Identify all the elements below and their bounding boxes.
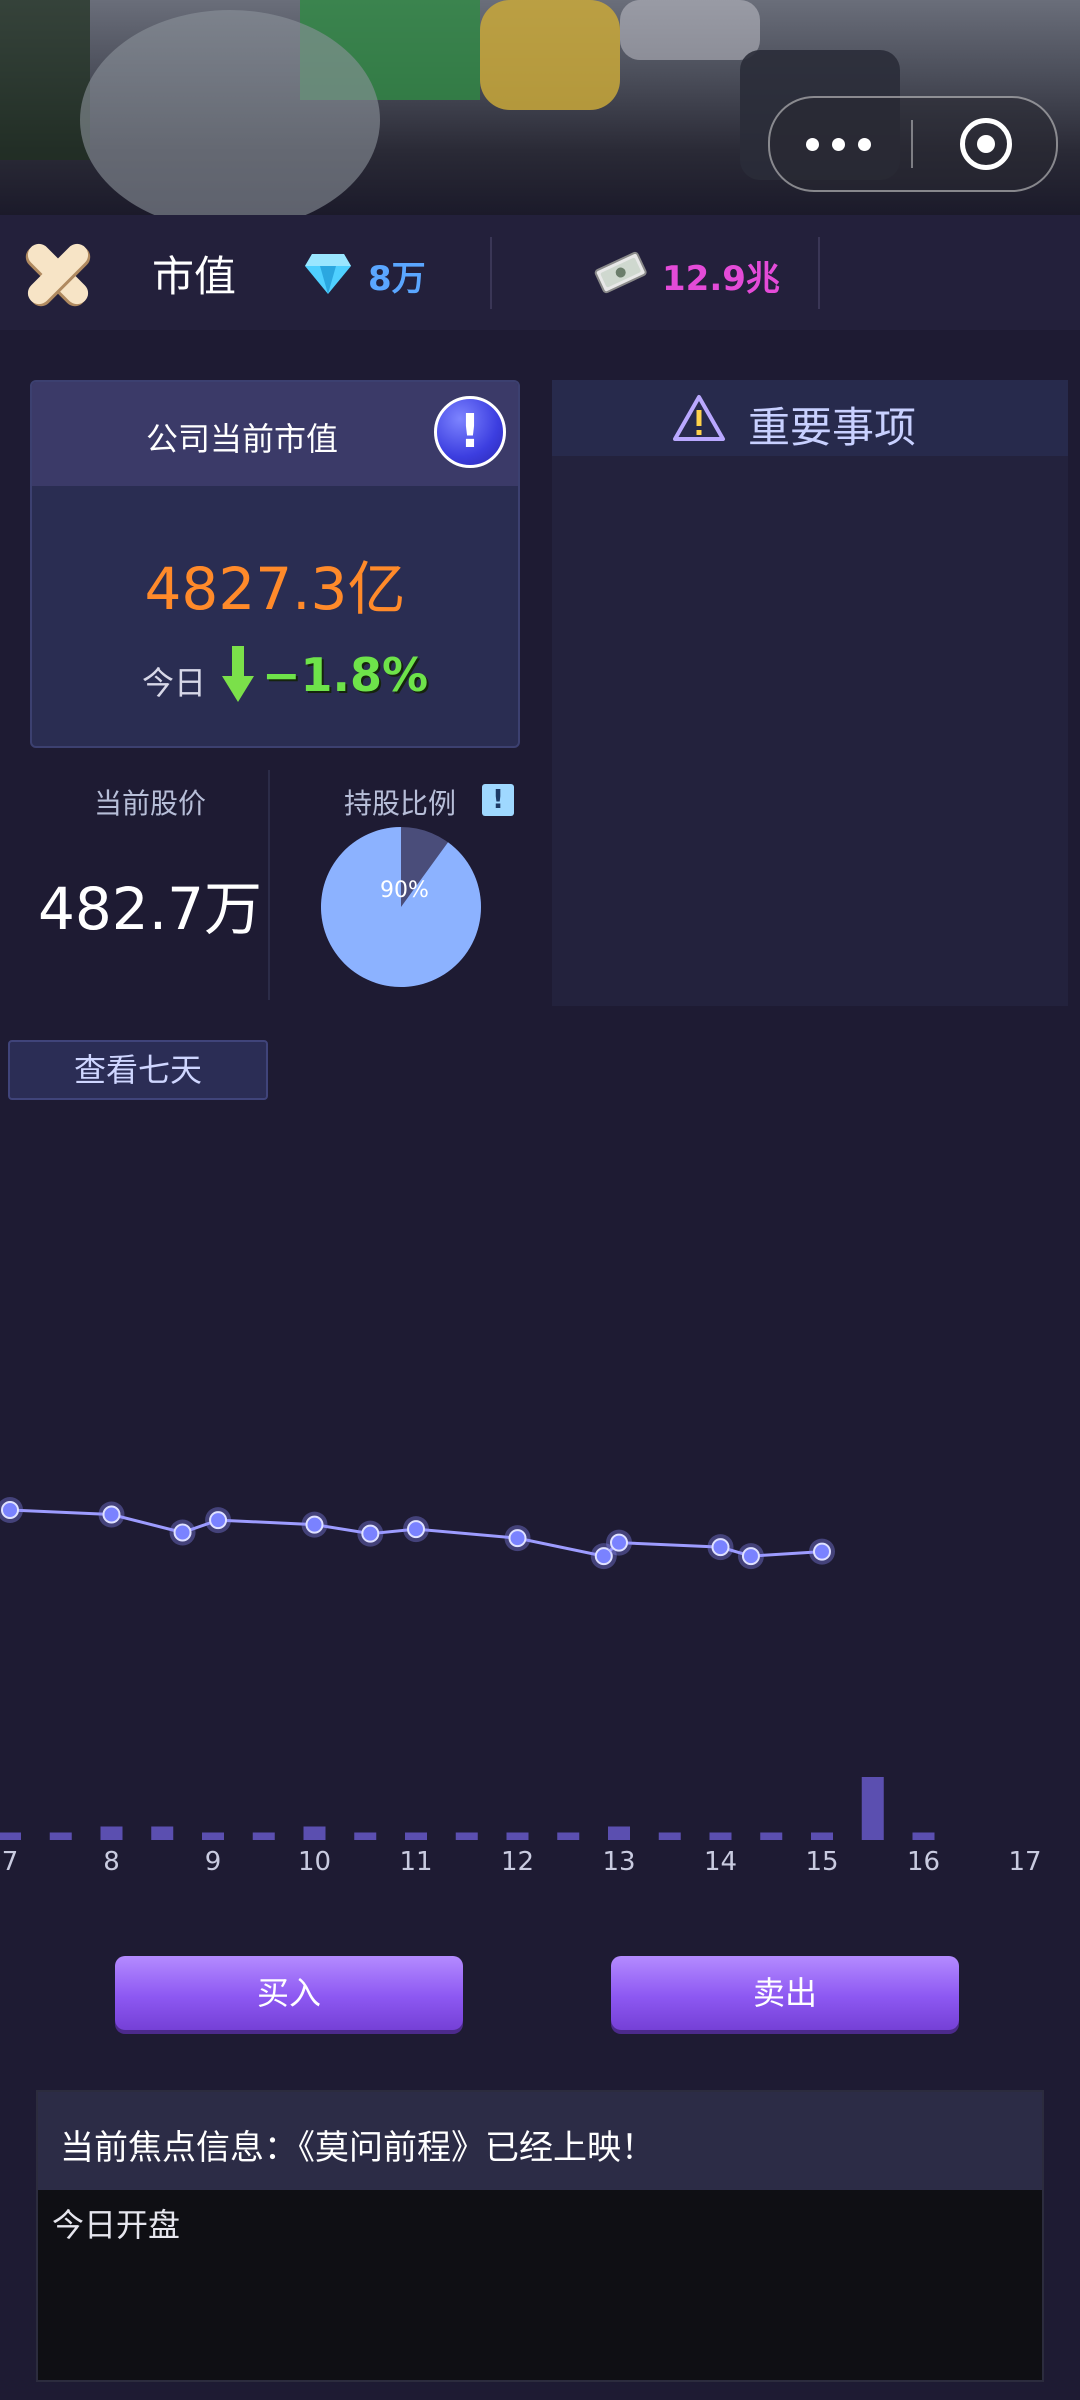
market-cap-card: 公司当前市值 ! 4827.3亿 今日 −1.8%: [30, 380, 520, 748]
down-arrow-icon: [222, 646, 254, 702]
cash-icon: [594, 251, 647, 294]
diamond-icon: [305, 254, 351, 294]
important-matters-panel: 重要事项: [552, 380, 1068, 1006]
stock-price-chart: 7 8 9 10 11 12 13 14 15 16 17: [0, 1497, 1042, 1877]
data-point[interactable]: [209, 1511, 228, 1530]
data-point[interactable]: [813, 1542, 831, 1561]
volume-bar: [151, 1826, 174, 1840]
market-cap-value: 4827.3亿: [144, 555, 406, 623]
x-tick-label: 9: [205, 1847, 222, 1877]
mini-program-capsule: [768, 96, 1058, 192]
x-tick-label: 16: [907, 1847, 940, 1877]
holding-ratio-label: 持股比例: [344, 787, 457, 820]
capsule-divider: [911, 120, 913, 168]
data-point[interactable]: [1, 1501, 19, 1519]
data-point[interactable]: [610, 1533, 628, 1552]
volume-bar: [608, 1826, 630, 1840]
page-title: 市值: [152, 252, 237, 301]
header-divider: [490, 237, 492, 309]
today-label: 今日: [142, 664, 207, 702]
market-cap-info-button[interactable]: !: [434, 396, 506, 468]
x-tick-label: 11: [399, 1847, 432, 1877]
more-icon[interactable]: [806, 138, 876, 152]
data-point[interactable]: [741, 1547, 760, 1566]
daily-change-value: −1.8%: [262, 648, 429, 702]
volume-bar: [557, 1832, 580, 1840]
stock-price-label: 当前股价: [94, 787, 207, 820]
chart-points: [0, 1497, 835, 1570]
close-miniprogram-icon[interactable]: [960, 118, 1012, 170]
warning-icon: [673, 395, 725, 441]
volume-bar: [303, 1826, 326, 1840]
holding-info-icon[interactable]: !: [482, 784, 514, 816]
stock-price-value: 482.7万: [38, 875, 263, 943]
data-point[interactable]: [711, 1538, 730, 1557]
volume-bar: [912, 1832, 935, 1840]
data-point[interactable]: [508, 1529, 527, 1548]
market-cap-title: 公司当前市值: [145, 420, 338, 458]
volume-bar: [405, 1832, 427, 1840]
x-tick-label: 10: [298, 1847, 331, 1877]
volume-bar: [455, 1832, 478, 1840]
volume-bar: [709, 1832, 732, 1840]
sell-button[interactable]: 卖出: [611, 1956, 959, 2030]
pie-holding-slice: [321, 827, 481, 987]
x-tick-label: 17: [1008, 1847, 1041, 1877]
data-point[interactable]: [361, 1524, 380, 1543]
holding-ratio-pie: [321, 827, 481, 987]
important-matters-title: 重要事项: [748, 403, 917, 452]
chart-bars: [0, 1777, 935, 1840]
volume-bar: [100, 1826, 123, 1840]
diamond-count: 8万: [368, 259, 426, 299]
data-point[interactable]: [407, 1520, 425, 1539]
x-tick-label: 7: [2, 1847, 19, 1877]
data-point[interactable]: [102, 1505, 121, 1524]
x-tick-label: 12: [501, 1847, 534, 1877]
x-tick-label: 13: [602, 1847, 635, 1877]
volume-bar: [354, 1832, 377, 1840]
volume-bar: [506, 1832, 529, 1840]
buy-button[interactable]: 买入: [115, 1956, 463, 2030]
volume-bar: [252, 1832, 275, 1840]
x-tick-label: 15: [805, 1847, 838, 1877]
important-matters-header: 重要事项: [552, 380, 1068, 456]
volume-bar: [760, 1832, 783, 1840]
header-divider: [818, 237, 820, 309]
volume-bar: [811, 1832, 833, 1840]
section-divider: [268, 770, 270, 1000]
volume-bar: [861, 1777, 884, 1840]
news-body[interactable]: 今日开盘: [52, 2200, 180, 2246]
header-bar: 市值 8万 12.9兆: [0, 215, 1080, 330]
view-seven-days-button[interactable]: 查看七天: [8, 1040, 268, 1100]
volume-bar: [0, 1832, 21, 1840]
x-tick-label: 8: [103, 1847, 120, 1877]
data-point[interactable]: [305, 1515, 324, 1534]
data-point[interactable]: [173, 1523, 192, 1542]
top-banner-image: [0, 0, 1080, 215]
close-icon[interactable]: [18, 233, 98, 313]
cash-amount: 12.9兆: [662, 259, 780, 299]
volume-bar: [49, 1832, 72, 1840]
holding-ratio-percent: 90%: [380, 878, 429, 903]
news-panel: 当前焦点信息：《莫问前程》已经上映！ 今日开盘: [36, 2090, 1044, 2382]
volume-bar: [202, 1832, 224, 1840]
news-title: 当前焦点信息：《莫问前程》已经上映！: [60, 2128, 655, 2168]
chart-x-axis: 7 8 9 10 11 12 13 14 15 16 17: [2, 1847, 1042, 1877]
x-tick-label: 14: [704, 1847, 737, 1877]
volume-bar: [658, 1832, 681, 1840]
